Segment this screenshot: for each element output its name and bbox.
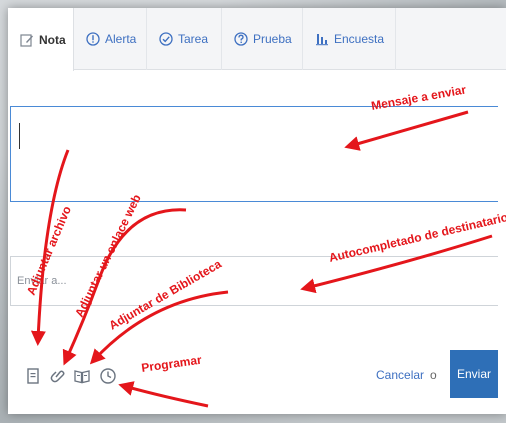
tab-label: Alerta xyxy=(105,32,137,46)
message-textarea[interactable] xyxy=(10,106,498,202)
tab-label: Encuesta xyxy=(334,32,385,46)
attach-library-button[interactable] xyxy=(73,367,91,385)
check-circle-icon xyxy=(159,32,173,46)
tab-divider xyxy=(395,8,396,70)
tab-nota[interactable]: Nota xyxy=(8,8,74,71)
library-icon xyxy=(74,370,90,384)
composer-panel: Nota Alerta Tarea Prueba Encuesta xyxy=(8,8,506,414)
note-edit-icon xyxy=(20,33,33,47)
recipients-input[interactable]: Enviar a... xyxy=(10,256,498,306)
tab-prueba[interactable]: Prueba xyxy=(222,8,302,70)
tab-label: Prueba xyxy=(253,32,292,46)
tab-bar: Nota Alerta Tarea Prueba Encuesta xyxy=(8,8,506,71)
tab-encuesta[interactable]: Encuesta xyxy=(303,8,395,70)
tab-alerta[interactable]: Alerta xyxy=(74,8,146,70)
question-icon xyxy=(234,32,248,46)
tab-label: Tarea xyxy=(178,32,209,46)
schedule-clock-icon xyxy=(100,368,116,384)
tab-label: Nota xyxy=(39,32,66,47)
attach-link-icon xyxy=(50,370,65,383)
cancel-area: Cancelar o xyxy=(376,364,437,386)
bar-chart-icon xyxy=(316,34,328,46)
attach-file-button[interactable] xyxy=(24,367,42,385)
recipients-placeholder: Enviar a... xyxy=(17,275,67,287)
attach-link-button[interactable] xyxy=(48,367,66,385)
send-button[interactable]: Enviar xyxy=(450,350,498,398)
attach-file-icon xyxy=(27,368,39,384)
cancel-link[interactable]: Cancelar xyxy=(376,368,424,382)
text-cursor xyxy=(19,123,20,149)
tab-tarea[interactable]: Tarea xyxy=(147,8,221,70)
alert-icon xyxy=(86,32,100,46)
or-text: o xyxy=(430,368,437,382)
schedule-button[interactable] xyxy=(99,367,117,385)
